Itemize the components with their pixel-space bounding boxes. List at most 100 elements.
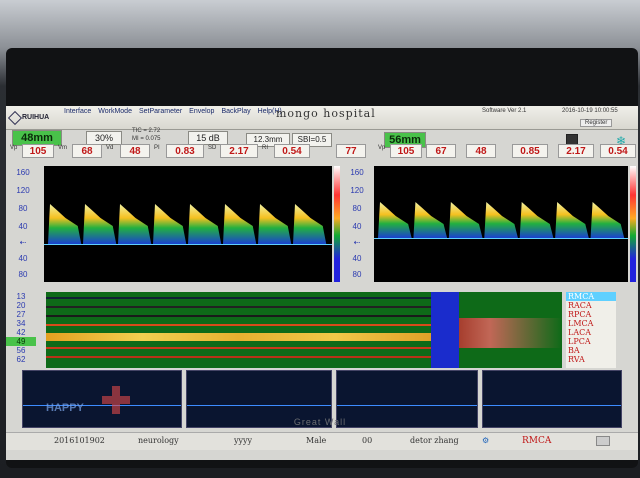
register-button[interactable]: Register [580, 119, 613, 127]
tic-value: TIC = 2.72 [132, 128, 161, 134]
mi-value: MI = 0.075 [132, 136, 161, 142]
mmode-depth-scale: 13 20 27 34 42 49 56 62 [6, 292, 36, 368]
right-spectrum[interactable] [374, 166, 628, 282]
mmode-trace [459, 318, 562, 348]
spectrum-baseline [374, 238, 628, 239]
left-velocity-scale: 160 120 80 40 ⇠ 40 80 [8, 166, 38, 282]
mmode-trace [46, 297, 431, 299]
scale-tick: 80 [18, 270, 28, 279]
depth-tick: 27 [16, 310, 26, 319]
right-vp-label: Vp [378, 145, 386, 151]
screen: RUIHUA Interface WorkMode SetParameter E… [6, 106, 638, 460]
patient-id: 2016101902 [54, 436, 105, 445]
vp-label: Vp [10, 145, 18, 151]
waveform-cycle [188, 204, 222, 244]
right-vp: 105 [390, 144, 422, 158]
depth-tick-selected[interactable]: 49 [6, 337, 36, 346]
gain-value[interactable]: 15 dB [188, 131, 228, 145]
settings-icon[interactable]: ⚙ [482, 436, 489, 445]
parameter-row: 48mm 30% TIC = 2.72 MI = 0.075 15 dB 12.… [6, 118, 638, 148]
mini-baseline [187, 405, 331, 406]
menu-backplay[interactable]: BackPlay [221, 108, 250, 115]
waveform-cycle [590, 202, 625, 238]
vessel-item-raca[interactable]: RACA [568, 301, 592, 310]
patient-department: neurology [138, 436, 179, 445]
scale-tick: 40 [352, 222, 362, 231]
left-vp: 105 [22, 144, 54, 158]
spectrum-baseline [44, 244, 332, 245]
menu-interface[interactable]: Interface [64, 108, 91, 115]
current-vessel: RMCA [522, 436, 552, 446]
menu-workmode[interactable]: WorkMode [98, 108, 132, 115]
left-ri: 0.54 [274, 144, 310, 158]
scale-tick: 80 [352, 270, 362, 279]
power-value[interactable]: 30% [86, 131, 122, 145]
mmode-trace [46, 356, 431, 358]
vessel-item-rpca[interactable]: RPCA [568, 310, 591, 319]
depth-tick: 34 [16, 319, 26, 328]
vessel-item-rmca[interactable]: RMCA [566, 292, 616, 301]
right-vm: 67 [426, 144, 456, 158]
sd-label: SD [208, 145, 217, 151]
right-colorbar [630, 166, 636, 282]
vessel-item-lmca[interactable]: LMCA [568, 319, 593, 328]
left-vm: 68 [72, 144, 102, 158]
waveform-cycle [378, 202, 412, 238]
close-icon[interactable] [596, 436, 610, 446]
patient-sex: Male [306, 436, 327, 445]
right-spectrum-waves [378, 202, 625, 238]
waveform-cycle [153, 204, 187, 244]
waveform-cycle [293, 204, 327, 244]
waveform-cycle [519, 202, 554, 238]
baseline-arrow-icon[interactable]: ⇠ [8, 238, 38, 247]
vessel-item-lpca[interactable]: LPCA [568, 337, 591, 346]
heart-rate: 77 [336, 144, 366, 158]
mmode-trace [46, 347, 431, 349]
patient-info-bar: 2016101902 neurology yyyy Male 00 detor … [6, 432, 638, 450]
monitor-brand: Great Wall [293, 417, 347, 427]
waveform-cycle [413, 202, 448, 238]
left-pi: 0.83 [166, 144, 204, 158]
menu-envelop[interactable]: Envelop [189, 108, 214, 115]
mmode-trace [46, 333, 431, 341]
scale-tick: 40 [18, 222, 28, 231]
software-version: Software Ver 2.1 [482, 108, 527, 114]
patient-age: 00 [362, 436, 373, 445]
mmode-trace [46, 324, 431, 326]
left-colorbar [334, 166, 340, 282]
depth-tick: 42 [16, 328, 26, 337]
mmode-trace [46, 306, 431, 308]
waveform-cycle [223, 204, 257, 244]
scale-tick: 80 [18, 204, 28, 213]
vm-label: Vm [58, 145, 67, 151]
depth-tick: 13 [16, 292, 26, 301]
waveform-cycle [118, 204, 152, 244]
vessel-item-ba[interactable]: BA [568, 346, 580, 355]
patient-name: yyyy [234, 436, 253, 445]
waveform-cycle [484, 202, 518, 238]
scale-tick: 120 [350, 186, 364, 195]
depth-tick: 20 [16, 301, 26, 310]
right-vd: 48 [466, 144, 496, 158]
vessel-item-rva[interactable]: RVA [568, 355, 585, 364]
right-pi: 0.85 [512, 144, 548, 158]
doctor-name: detor zhang [410, 436, 459, 445]
scale-tick: 80 [352, 204, 362, 213]
menu-setparameter[interactable]: SetParameter [139, 108, 182, 115]
clock: 2016-10-19 10:00:55 [562, 108, 618, 114]
depth-tick: 62 [16, 355, 26, 364]
scale-tick: 40 [352, 254, 362, 263]
vessel-item-laca[interactable]: LACA [568, 328, 591, 337]
baseline-arrow-icon[interactable]: ⇠ [342, 238, 372, 247]
left-sd: 2.17 [220, 144, 258, 158]
mmode-blue-segment [431, 292, 459, 368]
left-spectrum[interactable] [44, 166, 332, 282]
main-menu: Interface WorkMode SetParameter Envelop … [64, 108, 282, 115]
mmode-panel[interactable] [46, 292, 562, 368]
watermark-cross-icon [102, 386, 130, 414]
mini-baseline [483, 405, 621, 406]
vd-label: Vd [106, 145, 114, 151]
right-ri: 0.54 [600, 144, 636, 158]
right-velocity-scale: 160 120 80 40 ⇠ 40 80 [342, 166, 372, 282]
scale-tick: 160 [350, 168, 364, 177]
